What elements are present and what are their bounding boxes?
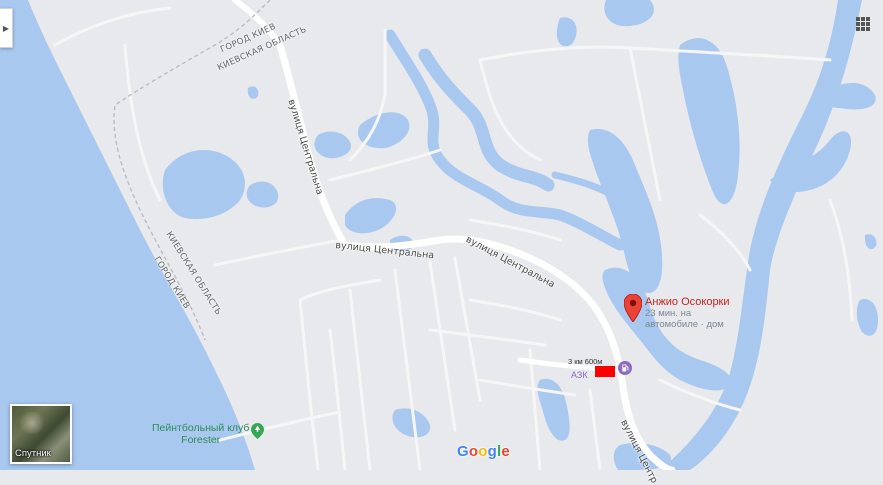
destination-info[interactable]: Анжио Осокорки 23 мин. на автомобиле · д… xyxy=(645,296,730,330)
map-canvas[interactable] xyxy=(0,0,883,470)
redaction-box xyxy=(595,366,615,377)
logo-letter: G xyxy=(457,443,469,460)
satellite-label: Спутник xyxy=(15,448,51,459)
gas-station-name[interactable]: АЗК xyxy=(571,370,588,380)
destination-name: Анжио Осокорки xyxy=(645,296,730,308)
travel-mode: автомобиле · дом xyxy=(645,319,724,330)
logo-letter: e xyxy=(501,443,510,460)
park-pin-icon[interactable] xyxy=(251,423,264,439)
route-distance: 3 км 600м xyxy=(568,357,603,366)
logo-letter: o xyxy=(468,443,479,460)
side-panel-toggle[interactable]: ▶ xyxy=(0,8,13,48)
park-name-line2: Forester xyxy=(181,434,221,446)
grid-icon[interactable] xyxy=(856,17,870,31)
red-map-pin-icon[interactable] xyxy=(624,294,642,322)
paintball-club-label[interactable]: Пейнтбольный клуб Forester xyxy=(152,422,249,446)
google-logo: Google xyxy=(457,443,510,460)
logo-letter: g xyxy=(487,443,497,460)
travel-time: 23 мин. на xyxy=(645,308,692,319)
logo-letter: o xyxy=(478,443,488,460)
chevron-right-icon: ▶ xyxy=(2,23,10,33)
satellite-toggle[interactable]: Спутник xyxy=(10,404,72,464)
park-name-line1: Пейнтбольный клуб xyxy=(152,422,250,434)
gas-station-icon[interactable] xyxy=(618,361,632,375)
